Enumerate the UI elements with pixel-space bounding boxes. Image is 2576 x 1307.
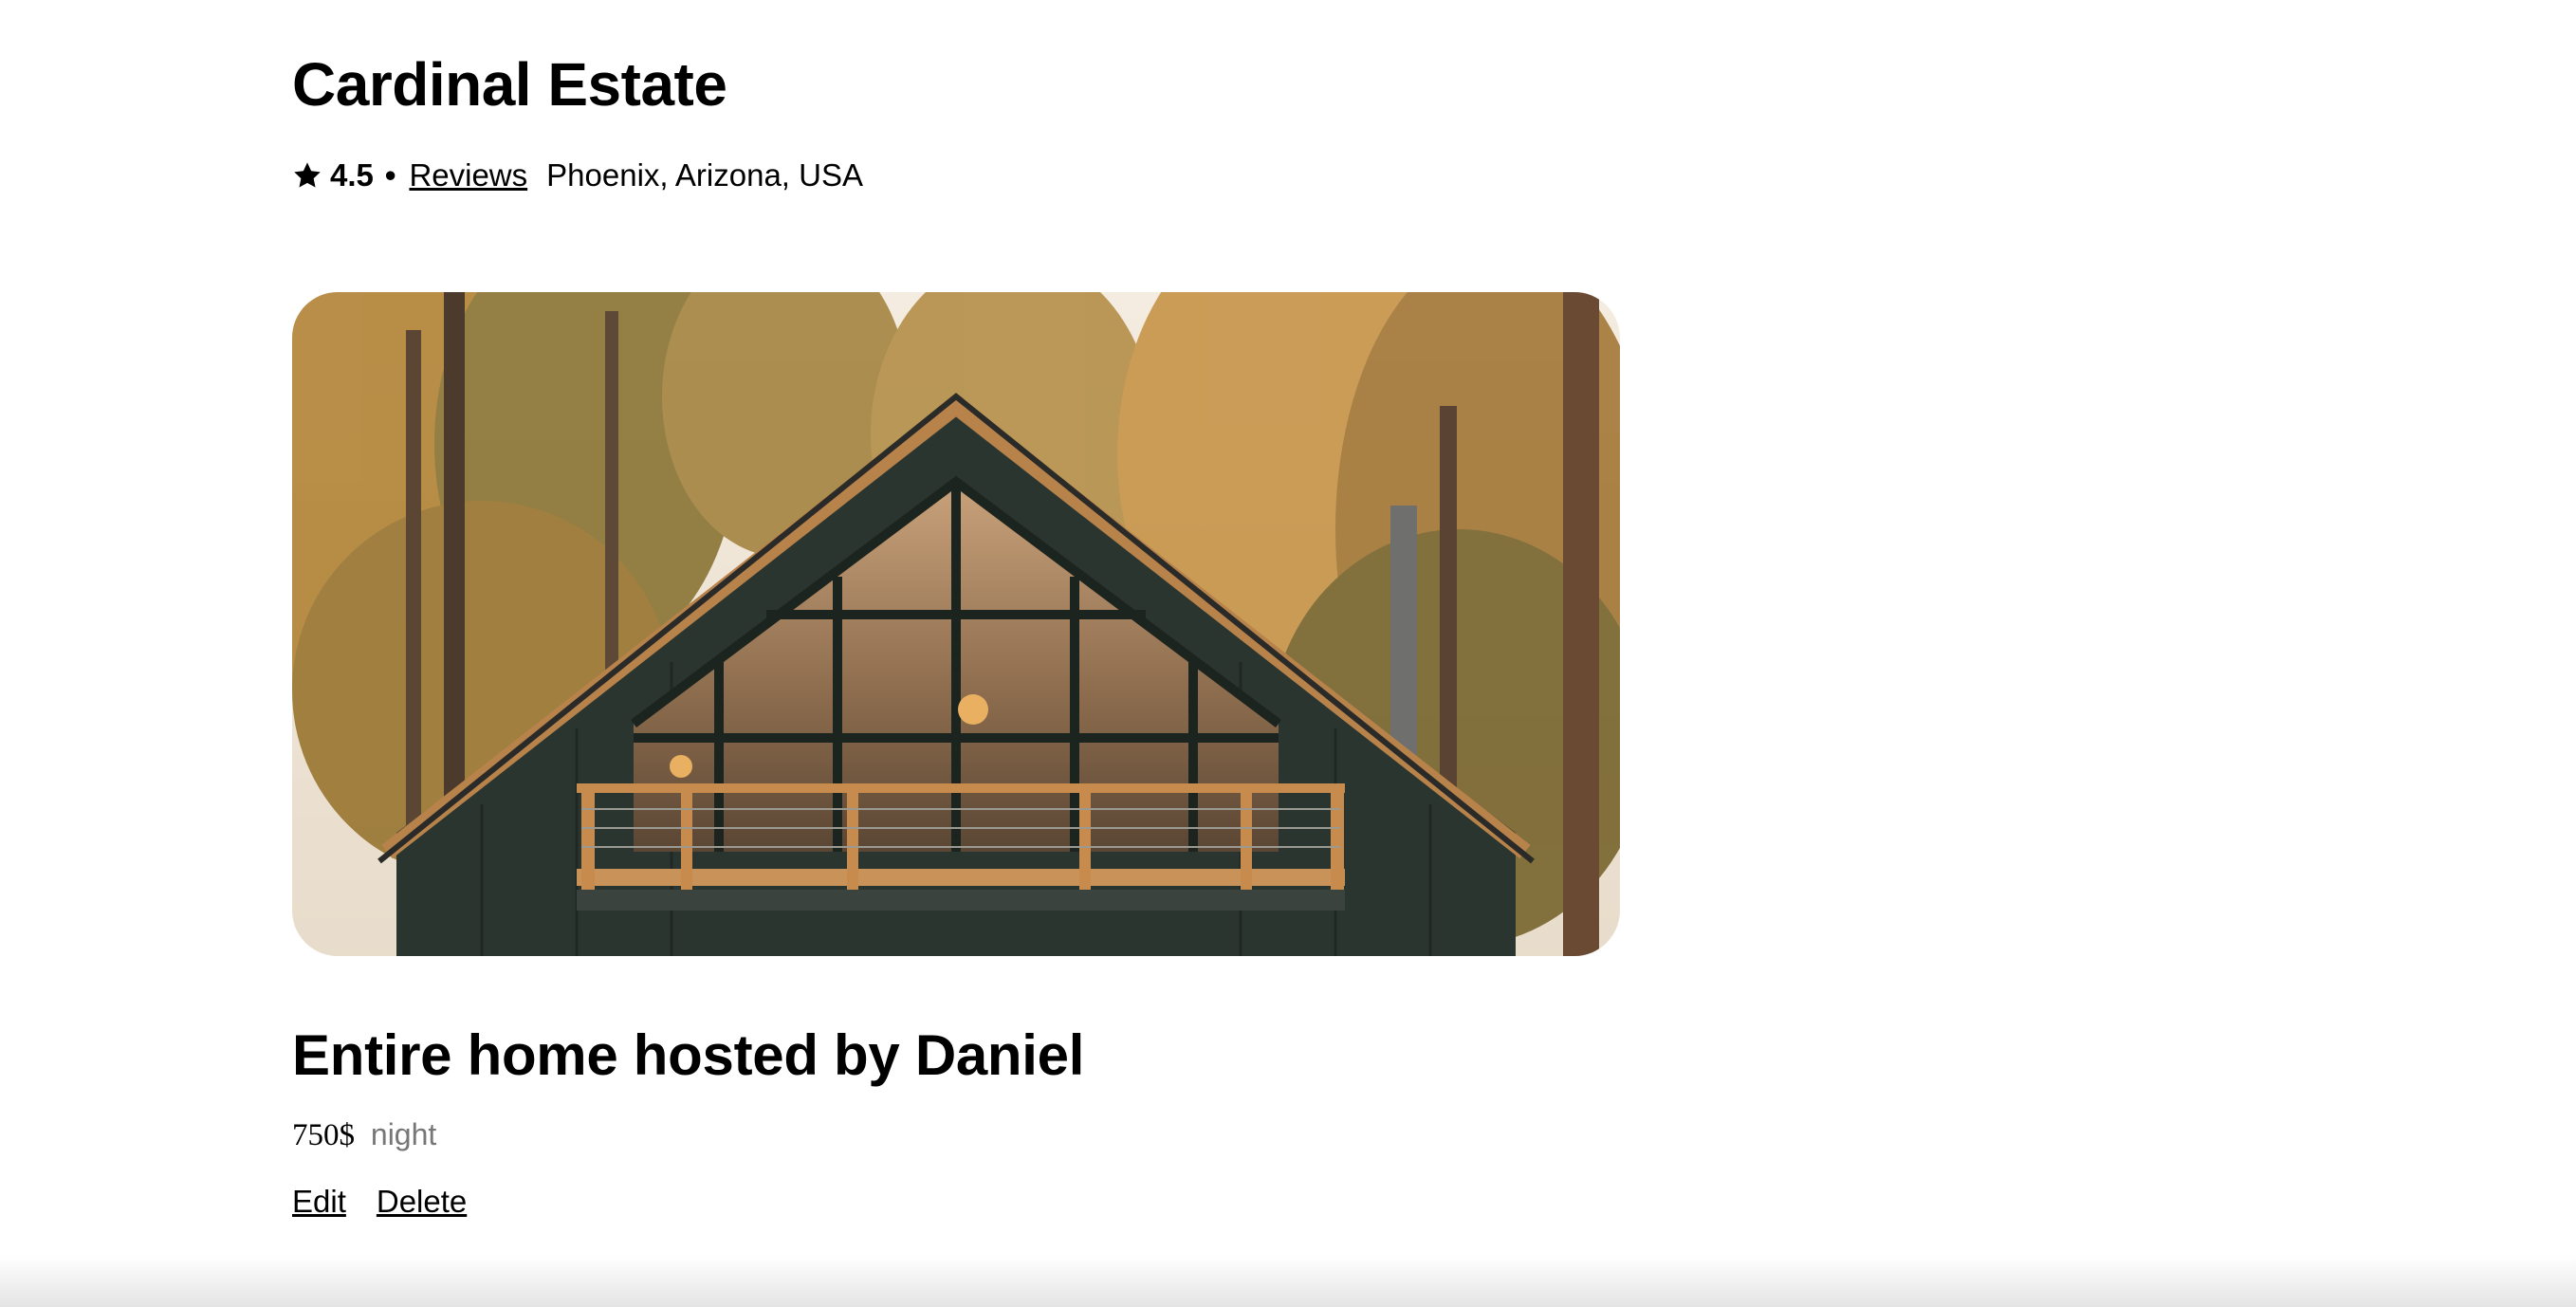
location-text: Phoenix, Arizona, USA <box>546 157 863 193</box>
listing-photo <box>292 292 1620 956</box>
cabin-photo-illustration <box>292 292 1620 956</box>
price-row: 750$ night <box>292 1117 436 1153</box>
rating-value: 4.5 <box>330 157 374 193</box>
host-heading: Entire home hosted by Daniel <box>292 1023 1085 1087</box>
delete-link[interactable]: Delete <box>377 1184 467 1220</box>
listing-meta: 4.5 • Reviews Phoenix, Arizona, USA <box>292 157 863 193</box>
price-unit: night <box>370 1117 437 1151</box>
star-icon <box>294 162 321 188</box>
edit-link[interactable]: Edit <box>292 1184 346 1220</box>
price-amount: 750$ <box>292 1118 355 1152</box>
separator-dot: • <box>384 157 396 193</box>
listing-title: Cardinal Estate <box>292 50 727 119</box>
listing-actions: Edit Delete <box>292 1184 467 1220</box>
reviews-link[interactable]: Reviews <box>409 157 527 193</box>
footer-shadow <box>0 1256 2576 1307</box>
